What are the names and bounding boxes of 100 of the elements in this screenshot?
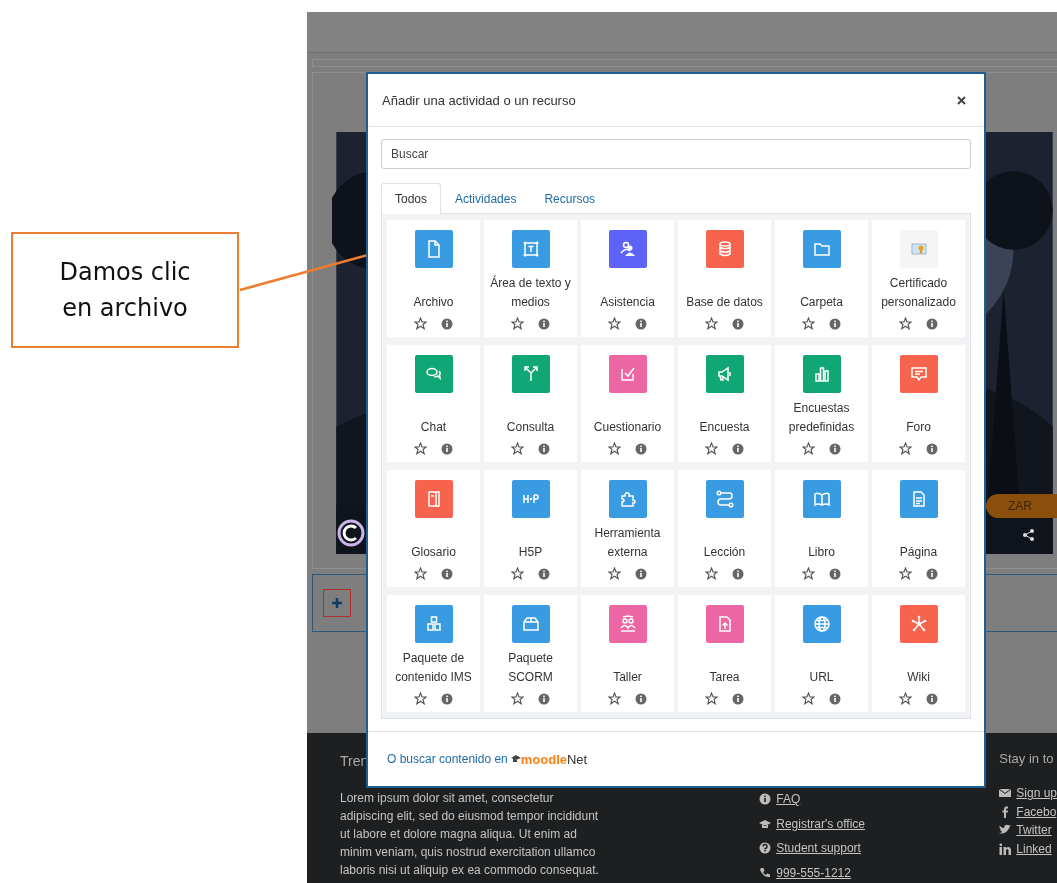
activity-name: Encuestas predefinidas — [787, 400, 856, 436]
star-icon[interactable] — [511, 317, 524, 330]
activity-name: Encuesta — [698, 419, 751, 436]
activity-card[interactable]: Taller — [581, 595, 674, 712]
footer-link[interactable]: Linked — [1016, 841, 1052, 856]
c-logo-icon — [336, 518, 366, 548]
help-icon — [759, 842, 772, 855]
activity-name: Tarea — [708, 669, 741, 686]
footer-heading: Stay in to — [999, 751, 1054, 766]
star-icon[interactable] — [414, 442, 427, 455]
star-icon[interactable] — [608, 567, 621, 580]
info-icon[interactable] — [538, 567, 550, 580]
info-icon[interactable] — [635, 567, 647, 580]
activity-card[interactable]: Lección — [678, 470, 771, 587]
star-icon[interactable] — [414, 567, 427, 580]
activity-card[interactable]: URL — [775, 595, 868, 712]
info-icon[interactable] — [829, 317, 841, 330]
activity-card[interactable]: Paquete SCORM — [484, 595, 577, 712]
activity-card[interactable]: Foro — [872, 345, 965, 462]
star-icon[interactable] — [899, 442, 912, 455]
activity-card[interactable]: Encuestas predefinidas — [775, 345, 868, 462]
info-icon[interactable] — [538, 692, 550, 705]
activity-card[interactable]: Base de datos — [678, 220, 771, 337]
info-icon[interactable] — [538, 317, 550, 330]
info-icon[interactable] — [635, 442, 647, 455]
info-icon[interactable] — [926, 317, 938, 330]
star-icon[interactable] — [802, 692, 815, 705]
activity-card[interactable]: Paquete de contenido IMS — [387, 595, 480, 712]
footer-link[interactable]: Facebo — [1016, 804, 1057, 819]
star-icon[interactable] — [414, 692, 427, 705]
star-icon[interactable] — [802, 442, 815, 455]
activity-card[interactable]: Consulta — [484, 345, 577, 462]
activity-card[interactable]: Tarea — [678, 595, 771, 712]
info-icon[interactable] — [926, 692, 938, 705]
footer-link[interactable]: Sign up — [1016, 786, 1057, 801]
activity-card[interactable]: Página — [872, 470, 965, 587]
info-icon[interactable] — [441, 442, 453, 455]
activity-card[interactable]: Carpeta — [775, 220, 868, 337]
activity-card[interactable]: Certificado personalizado — [872, 220, 965, 337]
activity-name: Chat — [419, 419, 448, 436]
activity-card[interactable]: Glosario — [387, 470, 480, 587]
moodlenet-link[interactable]: O buscar contenido en — [387, 752, 508, 766]
star-icon[interactable] — [414, 317, 427, 330]
footer-link[interactable]: Twitter — [1016, 823, 1052, 838]
activity-card[interactable]: Chat — [387, 345, 480, 462]
activity-card[interactable]: Área de texto y medios — [484, 220, 577, 337]
tab[interactable]: Recursos — [530, 183, 610, 214]
star-icon[interactable] — [899, 567, 912, 580]
logo-text: Net — [567, 751, 588, 767]
star-icon[interactable] — [511, 442, 524, 455]
star-icon[interactable] — [705, 567, 718, 580]
activity-name: Libro — [807, 544, 836, 561]
info-icon[interactable] — [538, 442, 550, 455]
star-icon[interactable] — [705, 692, 718, 705]
star-icon[interactable] — [608, 442, 621, 455]
info-icon[interactable] — [829, 692, 841, 705]
star-icon[interactable] — [608, 692, 621, 705]
info-icon[interactable] — [441, 567, 453, 580]
info-icon[interactable] — [732, 692, 744, 705]
star-icon[interactable] — [511, 692, 524, 705]
footer-link[interactable]: Student support — [776, 841, 861, 856]
footer-link[interactable]: 999-555-1212 — [776, 865, 851, 880]
add-button[interactable] — [323, 589, 351, 617]
info-icon[interactable] — [926, 442, 938, 455]
info-icon[interactable] — [441, 317, 453, 330]
activity-name: URL — [808, 669, 835, 686]
info-icon[interactable] — [635, 692, 647, 705]
activity-card[interactable]: Encuesta — [678, 345, 771, 462]
tab[interactable]: Actividades — [441, 183, 531, 214]
star-icon[interactable] — [705, 317, 718, 330]
info-icon[interactable] — [732, 567, 744, 580]
activity-card[interactable]: Herramienta externa — [581, 470, 674, 587]
star-icon[interactable] — [802, 567, 815, 580]
star-icon[interactable] — [705, 442, 718, 455]
activity-card[interactable]: Archivo — [387, 220, 480, 337]
activity-card[interactable]: Wiki — [872, 595, 965, 712]
activity-name: Consulta — [505, 419, 556, 436]
search-field[interactable]: Buscar — [381, 139, 971, 169]
star-icon[interactable] — [608, 317, 621, 330]
activity-card[interactable]: H5P — [484, 470, 577, 587]
footer-link[interactable]: Registrar's office — [776, 816, 865, 831]
info-icon[interactable] — [829, 442, 841, 455]
footer-link[interactable]: FAQ — [776, 792, 801, 807]
activity-name: Wiki — [906, 669, 931, 686]
share-icon[interactable] — [1022, 528, 1036, 542]
info-icon[interactable] — [926, 567, 938, 580]
tab[interactable]: Todos — [381, 183, 442, 214]
star-icon[interactable] — [899, 317, 912, 330]
info-icon[interactable] — [732, 442, 744, 455]
star-icon[interactable] — [899, 692, 912, 705]
activity-card[interactable]: Asistencia — [581, 220, 674, 337]
activity-card[interactable]: Cuestionario — [581, 345, 674, 462]
info-icon[interactable] — [441, 692, 453, 705]
info-icon[interactable] — [635, 317, 647, 330]
info-icon[interactable] — [732, 317, 744, 330]
star-icon[interactable] — [511, 567, 524, 580]
activity-card[interactable]: Libro — [775, 470, 868, 587]
star-icon[interactable] — [802, 317, 815, 330]
activity-name: Lección — [702, 544, 747, 561]
info-icon[interactable] — [829, 567, 841, 580]
